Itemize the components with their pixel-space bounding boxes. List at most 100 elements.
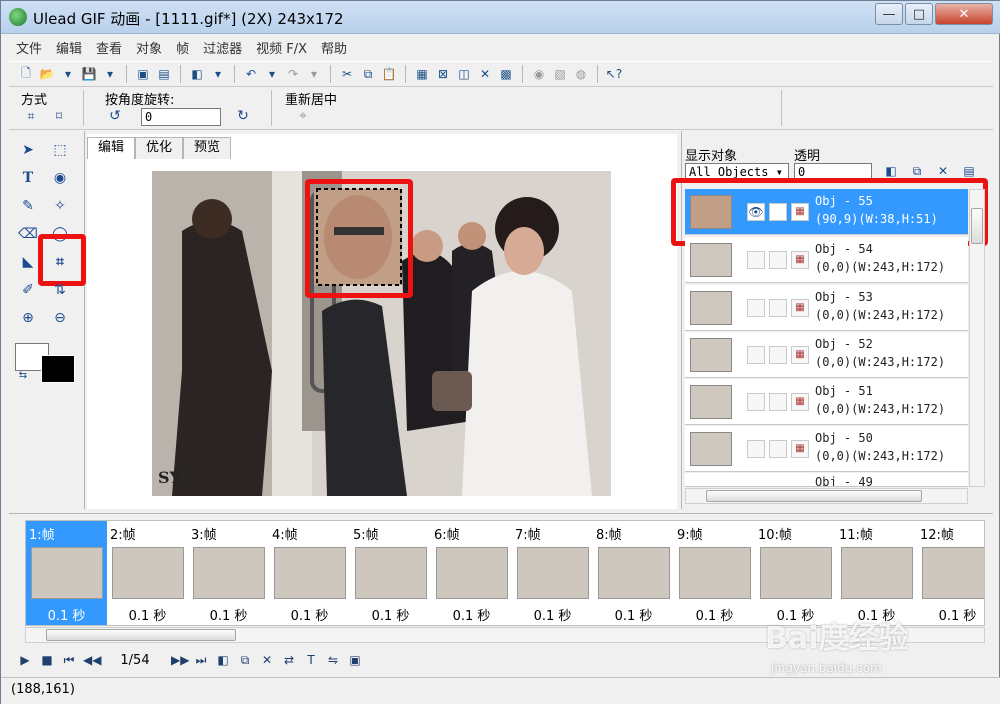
transform-tool-icon[interactable]: ◉: [49, 167, 71, 189]
zoom-in-icon[interactable]: ⊕: [17, 307, 39, 329]
next-frame-icon[interactable]: ▶▶: [171, 653, 189, 667]
eye-checkbox[interactable]: [747, 393, 765, 411]
rotate-right-icon[interactable]: ↻: [233, 107, 253, 125]
menu-view[interactable]: 查看: [89, 38, 129, 57]
menu-file[interactable]: 文件: [9, 38, 49, 57]
frame-thumb[interactable]: 2:帧 0.1 秒: [107, 521, 188, 625]
recenter-icon[interactable]: ⌖: [293, 107, 313, 125]
frame-thumb[interactable]: 12:帧 0.1 秒: [917, 521, 984, 625]
menu-object[interactable]: 对象: [129, 38, 169, 57]
color-icon[interactable]: ▦: [791, 440, 809, 458]
paint-bucket-icon[interactable]: ◣: [17, 251, 39, 273]
copy-icon[interactable]: ⧉: [359, 65, 377, 83]
dropdown-arrow-icon[interactable]: ▾: [209, 65, 227, 83]
lock-checkbox[interactable]: [769, 299, 787, 317]
frame-thumb[interactable]: 1:帧 0.1 秒: [26, 521, 107, 625]
color-icon[interactable]: ▦: [791, 393, 809, 411]
color-icon[interactable]: ▦: [791, 346, 809, 364]
frame-thumb[interactable]: 7:帧 0.1 秒: [512, 521, 593, 625]
image-properties-icon[interactable]: ▩: [497, 65, 515, 83]
tab-preview[interactable]: 预览: [183, 137, 232, 159]
reverse-frames-icon[interactable]: ⇋: [325, 653, 341, 667]
lock-checkbox[interactable]: [769, 440, 787, 458]
delete-frame-panel-icon[interactable]: ✕: [259, 653, 275, 667]
frame-thumb[interactable]: 4:帧 0.1 秒: [269, 521, 350, 625]
frame-properties-icon[interactable]: ▦: [413, 65, 431, 83]
object-row[interactable]: ▦ Obj - 51 (0,0)(W:243,H:172): [685, 379, 968, 425]
frame-thumb[interactable]: 10:帧 0.1 秒: [755, 521, 836, 625]
cut-icon[interactable]: ✂: [338, 65, 356, 83]
frame-thumb[interactable]: 9:帧 0.1 秒: [674, 521, 755, 625]
tween-frames-icon[interactable]: ⇄: [281, 653, 297, 667]
object-row[interactable]: ▦ Obj - 53 (0,0)(W:243,H:172): [685, 285, 968, 331]
new-file-icon[interactable]: 🗋: [17, 65, 35, 83]
color-icon[interactable]: ▦: [791, 299, 809, 317]
menu-filter[interactable]: 过滤器: [196, 38, 249, 57]
first-frame-icon[interactable]: ⏮: [61, 653, 77, 668]
object-row[interactable]: ▦ Obj - 54 (0,0)(W:243,H:172): [685, 237, 968, 283]
swap-colors-icon[interactable]: ⇆: [15, 367, 31, 383]
color-icon[interactable]: ▦: [791, 251, 809, 269]
lock-checkbox[interactable]: [769, 251, 787, 269]
text-tool-icon[interactable]: T: [17, 167, 39, 189]
rotate-angle-input[interactable]: 0: [141, 108, 221, 126]
export-icon[interactable]: ◧: [188, 65, 206, 83]
eye-checkbox[interactable]: [747, 299, 765, 317]
tween-icon[interactable]: ▧: [551, 65, 569, 83]
object-row[interactable]: ▦ Obj - 50 (0,0)(W:243,H:172): [685, 426, 968, 472]
foreground-color-swatch[interactable]: [41, 355, 75, 383]
frame-thumb[interactable]: 6:帧 0.1 秒: [431, 521, 512, 625]
brush-tool-icon[interactable]: ✎: [17, 195, 39, 217]
add-frame-icon[interactable]: ◧: [215, 653, 231, 667]
globe-icon[interactable]: ◍: [572, 65, 590, 83]
dropdown-arrow-icon[interactable]: ▾: [305, 65, 323, 83]
duplicate-frame-icon[interactable]: ⧉: [237, 653, 253, 668]
last-frame-icon[interactable]: ⏭: [193, 653, 209, 668]
menu-video-fx[interactable]: 视频 F/X: [249, 38, 314, 57]
object-manager-icon[interactable]: ◫: [455, 65, 473, 83]
fit-mode-icon[interactable]: ⌑: [49, 107, 69, 125]
add-image-icon[interactable]: ▣: [134, 65, 152, 83]
minimize-button[interactable]: —: [875, 3, 903, 25]
maximize-button[interactable]: □: [905, 3, 933, 25]
eye-checkbox[interactable]: [747, 440, 765, 458]
eyedropper-tool-icon[interactable]: ✐: [17, 279, 39, 301]
magic-wand-icon[interactable]: ✧: [49, 195, 71, 217]
eye-checkbox[interactable]: [747, 251, 765, 269]
lock-checkbox[interactable]: [769, 393, 787, 411]
pick-tool-icon[interactable]: ➤: [17, 139, 39, 161]
paste-icon[interactable]: 📋: [380, 65, 398, 83]
dropdown-arrow-icon[interactable]: ▾: [101, 65, 119, 83]
tab-edit[interactable]: 编辑: [87, 137, 136, 159]
frame-thumb[interactable]: 5:帧 0.1 秒: [350, 521, 431, 625]
add-video-icon[interactable]: ▤: [155, 65, 173, 83]
menu-edit[interactable]: 编辑: [49, 38, 89, 57]
dropdown-arrow-icon[interactable]: ▾: [59, 65, 77, 83]
object-row[interactable]: Obj - 49: [685, 473, 968, 487]
previous-frame-icon[interactable]: ◀◀: [83, 653, 101, 667]
menu-help[interactable]: 帮助: [314, 38, 354, 57]
marquee-tool-icon[interactable]: ⬚: [49, 139, 71, 161]
delete-frame-icon[interactable]: ⊠: [434, 65, 452, 83]
open-file-icon[interactable]: 📂: [38, 65, 56, 83]
objects-vertical-scrollbar[interactable]: [969, 189, 985, 487]
lock-checkbox[interactable]: [769, 346, 787, 364]
eye-checkbox[interactable]: [747, 346, 765, 364]
tab-optimize[interactable]: 优化: [135, 137, 184, 159]
redo-icon[interactable]: ↷: [284, 65, 302, 83]
stop-icon[interactable]: ■: [39, 653, 55, 667]
eraser-tool-icon[interactable]: ⌫: [17, 223, 39, 245]
rotate-left-icon[interactable]: ↺: [105, 107, 125, 125]
browser-preview-icon[interactable]: ◉: [530, 65, 548, 83]
text-banner-icon[interactable]: T: [303, 653, 319, 667]
menu-frame[interactable]: 帧: [169, 38, 196, 57]
close-button[interactable]: ✕: [935, 3, 993, 25]
dropdown-arrow-icon[interactable]: ▾: [263, 65, 281, 83]
object-row[interactable]: ▦ Obj - 52 (0,0)(W:243,H:172): [685, 332, 968, 378]
align-tool-icon[interactable]: ⇅: [49, 279, 71, 301]
objects-vscroll-thumb[interactable]: [971, 208, 983, 244]
frames-scroll-thumb[interactable]: [46, 629, 236, 641]
frame-thumb[interactable]: 8:帧 0.1 秒: [593, 521, 674, 625]
frame-thumb[interactable]: 11:帧 0.1 秒: [836, 521, 917, 625]
frame-properties-panel-icon[interactable]: ▣: [347, 653, 363, 667]
